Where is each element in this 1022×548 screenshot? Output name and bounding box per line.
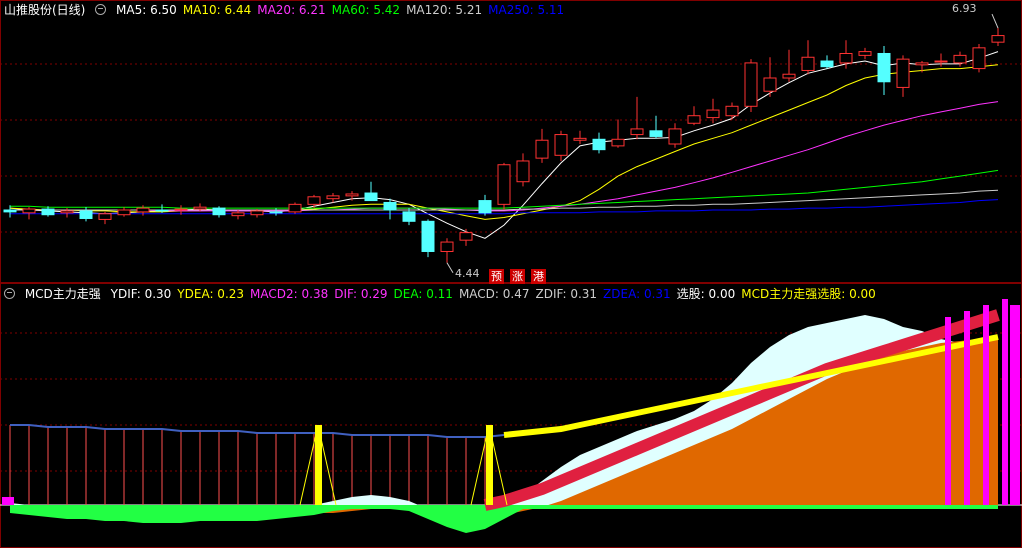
stock-title[interactable]: 山推股份(日线)	[4, 3, 85, 17]
candle-body	[877, 52, 891, 83]
candle-body	[573, 137, 587, 141]
high-price-label: 6.93	[952, 2, 977, 15]
candle-body	[554, 134, 568, 156]
price-legend-item: MA250: 5.11	[488, 3, 565, 17]
candle-body	[763, 77, 777, 92]
candle-body	[174, 208, 188, 211]
candle-body	[421, 220, 435, 252]
macd-bar	[945, 317, 951, 505]
indicator-legend-item: 选股: 0.00	[676, 287, 736, 301]
indicator-legend-item: YDIF: 0.30	[110, 287, 172, 301]
candle-body	[98, 213, 112, 220]
indicator-chart[interactable]	[0, 283, 1022, 548]
price-chart-pane[interactable]: 6.93 4.44	[0, 0, 1022, 283]
macd-bar	[983, 305, 989, 505]
price-legend-item: MA20: 6.21	[257, 3, 326, 17]
indicator-legend-item: MACD2: 0.38	[250, 287, 329, 301]
candle-body	[706, 109, 720, 119]
indicator-legend-item: YDEA: 0.23	[177, 287, 245, 301]
candle-body	[915, 62, 929, 66]
indicator-chart-pane[interactable]	[0, 283, 1022, 548]
pane-border	[0, 0, 1022, 283]
candle-body	[345, 193, 359, 197]
collapse-icon[interactable]	[95, 4, 107, 15]
macd-bar	[2, 497, 14, 505]
low-pointer	[446, 262, 454, 274]
price-legend-item: MA120: 5.21	[406, 3, 483, 17]
candle-body	[459, 232, 473, 241]
negative-area	[10, 505, 998, 533]
candle-body	[516, 160, 530, 183]
candle-body	[744, 62, 758, 107]
candle-body	[269, 211, 283, 214]
candle-body	[725, 105, 739, 117]
candle-body	[972, 47, 986, 70]
candle-body	[155, 209, 169, 212]
indicator-legend-item: MCD主力走强选股: 0.00	[741, 287, 876, 301]
candlestick-chart[interactable]: 6.93 4.44	[0, 0, 1022, 283]
indicator-legend-item: ZDIF: 0.31	[535, 287, 598, 301]
candle-body	[212, 207, 226, 216]
indicator-legend-item: DEA: 0.11	[393, 287, 453, 301]
price-legend-item: MA10: 6.44	[182, 3, 252, 17]
candle-body	[687, 115, 701, 124]
macd-bar	[1002, 299, 1008, 505]
candle-body	[193, 206, 207, 210]
indicator-legend-item: MACD: 0.47	[458, 287, 530, 301]
macd-bar	[1010, 305, 1020, 505]
candle-body	[592, 138, 606, 151]
indicator-legend: MCD主力走强 YDIF: 0.30 YDEA: 0.23 MACD2: 0.38 D…	[4, 286, 888, 302]
indicator-legend-item: DIF: 0.29	[334, 287, 388, 301]
candle-body	[440, 241, 454, 252]
candle-body	[611, 138, 625, 147]
candle-body	[307, 196, 321, 205]
candle-body	[934, 60, 948, 63]
price-legend: 山推股份(日线) MA5: 6.50 MA10: 6.44 MA20: 6.21 MA…	[4, 2, 576, 18]
signal-badge: 预	[489, 269, 504, 284]
candle-body	[3, 209, 17, 213]
candle-body	[991, 35, 1005, 43]
indicator-title[interactable]: MCD主力走强	[25, 287, 101, 301]
candle-body	[649, 130, 663, 137]
candle-body	[953, 54, 967, 64]
candle-body	[535, 139, 549, 159]
price-legend-item: MA5: 6.50	[116, 3, 177, 17]
high-pointer	[991, 13, 999, 29]
candle-body	[117, 209, 131, 216]
candle-body	[250, 210, 264, 216]
candle-body	[60, 210, 74, 214]
macd-bar	[964, 311, 970, 505]
candle-body	[231, 212, 245, 217]
candle-body	[383, 201, 397, 211]
candle-body	[326, 195, 340, 200]
candle-body	[402, 211, 416, 222]
candle-body	[630, 128, 644, 136]
candle-body	[79, 210, 93, 219]
candle-body	[364, 192, 378, 202]
candle-body	[668, 128, 682, 145]
signal-badge: 港	[531, 269, 546, 284]
candle-body	[839, 52, 853, 64]
candle-body	[801, 56, 815, 71]
low-price-label: 4.44	[455, 267, 480, 280]
signal-badge: 涨	[510, 269, 525, 284]
candle-body	[288, 203, 302, 213]
candle-body	[858, 51, 872, 56]
candle-body	[136, 207, 150, 213]
candle-body	[22, 208, 36, 214]
candle-body	[478, 200, 492, 214]
price-legend-item: MA60: 5.42	[331, 3, 401, 17]
candle-body	[41, 208, 55, 216]
candle-body	[896, 58, 910, 88]
collapse-icon[interactable]	[4, 288, 15, 299]
indicator-legend-item: ZDEA: 0.31	[603, 287, 671, 301]
candle-body	[782, 73, 796, 79]
candle-body	[497, 164, 511, 205]
candle-body	[820, 60, 834, 68]
